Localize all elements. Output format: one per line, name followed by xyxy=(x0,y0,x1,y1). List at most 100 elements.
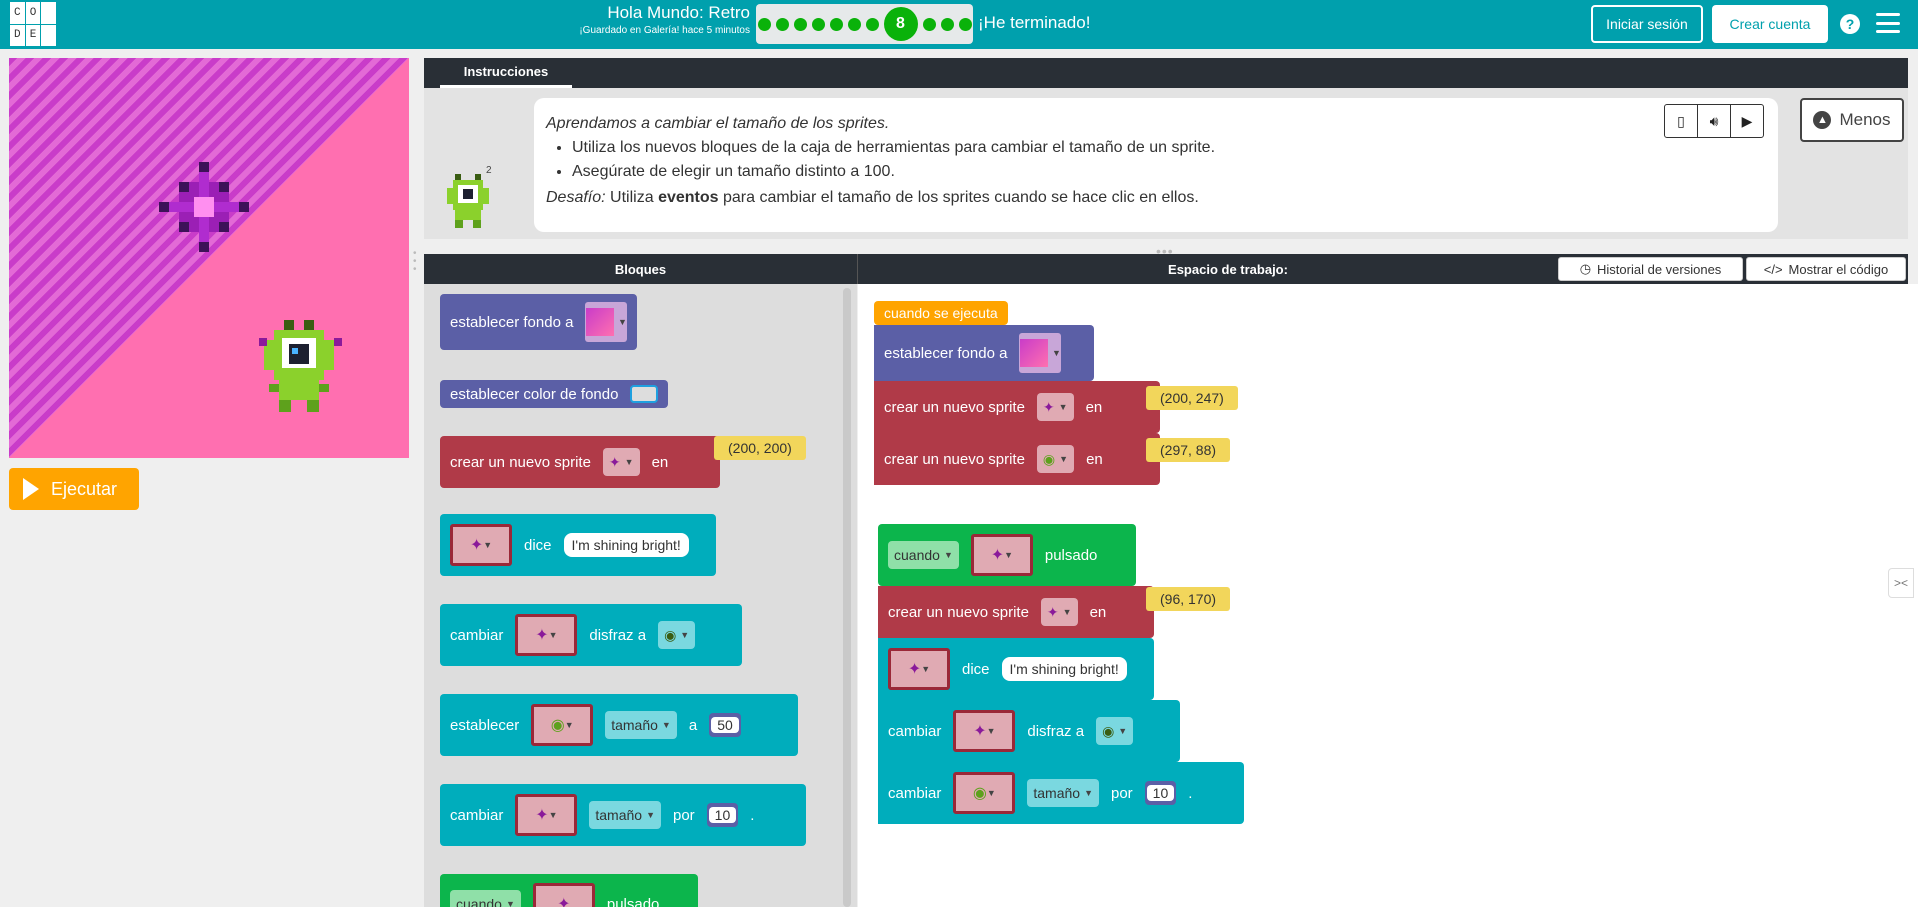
change-value[interactable]: 10 xyxy=(1144,781,1177,805)
login-button[interactable]: Iniciar sesión xyxy=(1591,5,1703,43)
vertical-resize-handle-icon[interactable]: • • • xyxy=(413,249,417,275)
block-when-clicked[interactable]: cuando ▼ ✦ ▼ pulsado xyxy=(878,524,1136,586)
block-label: crear un nuevo sprite xyxy=(888,603,1029,621)
block-change-costume[interactable]: cambiar ✦ ▼ disfraz a ◉ ▼ xyxy=(878,700,1180,762)
level-dot[interactable] xyxy=(775,17,789,31)
show-code-button[interactable]: </> Mostrar el código xyxy=(1746,257,1906,281)
finish-link[interactable]: ¡He terminado! xyxy=(978,13,1090,33)
level-dot[interactable] xyxy=(940,17,954,31)
instructions-bubble: Aprendamos a cambiar el tamaño de los sp… xyxy=(534,98,1778,232)
location-value[interactable]: (96, 170) xyxy=(1146,587,1231,611)
game-stage[interactable] xyxy=(9,58,409,458)
level-dot[interactable] xyxy=(922,17,936,31)
level-dot[interactable] xyxy=(958,17,972,31)
challenge-line: Desafío: Utiliza eventos para cambiar el… xyxy=(546,189,1199,206)
tab-instrucciones[interactable]: Instrucciones xyxy=(440,58,572,88)
block-create-sprite[interactable]: crear un nuevo sprite ✦ ▼ en xyxy=(878,586,1154,638)
block-label: en xyxy=(651,453,669,471)
change-value[interactable]: 10 xyxy=(706,803,739,827)
less-button[interactable]: ▲ Menos xyxy=(1800,98,1904,142)
stage-sprites xyxy=(159,162,342,412)
block-label: establecer fondo a xyxy=(884,344,1008,362)
version-history-button[interactable]: ◷ Historial de versiones xyxy=(1558,257,1743,281)
workspace-canvas[interactable]: cuando se ejecuta establecer fondo a ▼ c… xyxy=(858,284,1918,907)
background-picker[interactable]: ▼ xyxy=(585,302,628,342)
size-value[interactable]: 50 xyxy=(709,713,741,737)
block-when-clicked[interactable]: cuando ▼ ✦ pulsado xyxy=(440,874,698,907)
event-dropdown[interactable]: cuando ▼ xyxy=(450,890,521,907)
level-dot[interactable] xyxy=(811,17,825,31)
mute-text-icon[interactable]: ▯ xyxy=(1665,105,1698,137)
costume-dropdown[interactable]: ◉ ▼ xyxy=(658,621,696,649)
level-dot[interactable] xyxy=(757,17,771,31)
property-dropdown[interactable]: tamaño ▼ xyxy=(589,801,661,829)
location-value[interactable]: (297, 88) xyxy=(1146,438,1231,462)
level-dot[interactable] xyxy=(793,17,807,31)
sprite-dropdown[interactable]: ✦ ▼ xyxy=(888,648,950,690)
block-say[interactable]: ✦ ▼ dice I'm shining bright! xyxy=(878,638,1154,700)
speaker-icon[interactable]: 🔊︎ xyxy=(1698,105,1731,137)
code-org-logo[interactable]: C O D E xyxy=(10,2,56,46)
property-dropdown[interactable]: tamaño ▼ xyxy=(605,711,677,739)
block-when-run[interactable]: cuando se ejecuta xyxy=(874,301,1008,325)
background-picker[interactable]: ▼ xyxy=(1019,333,1062,373)
sprite-dropdown[interactable]: ✦ ▼ xyxy=(515,614,578,656)
help-icon[interactable]: ? xyxy=(1840,14,1860,34)
level-dot[interactable] xyxy=(847,17,861,31)
toolbox-scrollbar[interactable] xyxy=(843,288,851,907)
sprite-dropdown[interactable]: ✦ ▼ xyxy=(1036,393,1074,421)
toolbox-title: Bloques xyxy=(614,261,667,277)
level-progress: 8 xyxy=(756,4,973,44)
top-header: C O D E Hola Mundo: Retro ¡Guardado en G… xyxy=(0,0,1918,49)
collapse-panel-icon[interactable]: >< xyxy=(1888,568,1914,598)
block-change-costume[interactable]: cambiar ✦ ▼ disfraz a ◉ ▼ xyxy=(440,604,742,666)
costume-dropdown[interactable]: ◉ ▼ xyxy=(1096,717,1134,745)
block-create-sprite[interactable]: crear un nuevo sprite ✦ ▼ en xyxy=(440,436,720,488)
sprite-dropdown[interactable]: ◉ ▼ xyxy=(1036,445,1075,473)
say-text-input[interactable]: I'm shining bright! xyxy=(1001,657,1127,681)
play-audio-icon[interactable]: ▶ xyxy=(1731,105,1763,137)
instruction-item: Asegúrate de elegir un tamaño distinto a… xyxy=(572,160,1766,184)
block-label: crear un nuevo sprite xyxy=(884,450,1025,468)
project-title: Hola Mundo: Retro ¡Guardado en Galería! … xyxy=(560,3,750,36)
level-dot[interactable] xyxy=(829,17,843,31)
property-dropdown[interactable]: tamaño ▼ xyxy=(1027,779,1099,807)
block-set-size[interactable]: establecer ◉ ▼ tamaño ▼ a 50 xyxy=(440,694,798,756)
code-icon: </> xyxy=(1763,261,1783,277)
sprite-dropdown[interactable]: ✦ ▼ xyxy=(970,534,1033,576)
sprite-dropdown[interactable]: ✦ ▼ xyxy=(602,448,640,476)
toolbox[interactable]: establecer fondo a ▼ establecer color de… xyxy=(424,284,857,907)
color-swatch[interactable] xyxy=(630,385,659,403)
sprite-dropdown[interactable]: ◉ ▼ xyxy=(953,772,1016,814)
say-text-input[interactable]: I'm shining bright! xyxy=(563,533,689,557)
sprite-dropdown[interactable]: ✦ ▼ xyxy=(515,794,578,836)
create-account-button[interactable]: Crear cuenta xyxy=(1712,5,1828,43)
block-label: establecer xyxy=(450,716,520,734)
current-level-dot[interactable]: 8 xyxy=(883,7,918,41)
location-value[interactable]: (200, 247) xyxy=(1146,386,1238,410)
event-dropdown[interactable]: cuando ▼ xyxy=(888,541,959,569)
level-dot[interactable] xyxy=(865,17,879,31)
sprite-dropdown[interactable]: ✦ xyxy=(532,883,595,907)
sprite-dropdown[interactable]: ✦ ▼ xyxy=(953,710,1016,752)
block-label: cambiar xyxy=(450,806,504,824)
block-create-sprite[interactable]: crear un nuevo sprite ✦ ▼ en xyxy=(874,381,1160,433)
block-label: en xyxy=(1086,450,1103,468)
chevron-up-icon: ▲ xyxy=(1813,111,1832,129)
location-value[interactable]: (200, 200) xyxy=(714,436,806,460)
sprite-dropdown[interactable]: ◉ ▼ xyxy=(531,704,594,746)
run-button[interactable]: Ejecutar xyxy=(9,468,139,510)
block-change-size[interactable]: cambiar ✦ ▼ tamaño ▼ por 10 . xyxy=(440,784,806,846)
sprite-dropdown[interactable]: ✦ ▼ xyxy=(450,524,512,566)
block-set-background[interactable]: establecer fondo a ▼ xyxy=(440,294,638,350)
block-set-background[interactable]: establecer fondo a ▼ xyxy=(874,325,1094,381)
block-change-size[interactable]: cambiar ◉ ▼ tamaño ▼ por 10 . xyxy=(878,762,1244,824)
hamburger-menu-icon[interactable] xyxy=(1876,13,1900,33)
block-label: dice xyxy=(524,536,552,554)
sprite-dropdown[interactable]: ✦ ▼ xyxy=(1040,598,1078,626)
block-label: en xyxy=(1085,398,1103,416)
logo-letter: O xyxy=(25,2,41,24)
block-say[interactable]: ✦ ▼ dice I'm shining bright! xyxy=(440,514,716,576)
block-set-background-color[interactable]: establecer color de fondo xyxy=(440,380,669,408)
block-create-sprite[interactable]: crear un nuevo sprite ◉ ▼ en xyxy=(874,433,1160,485)
